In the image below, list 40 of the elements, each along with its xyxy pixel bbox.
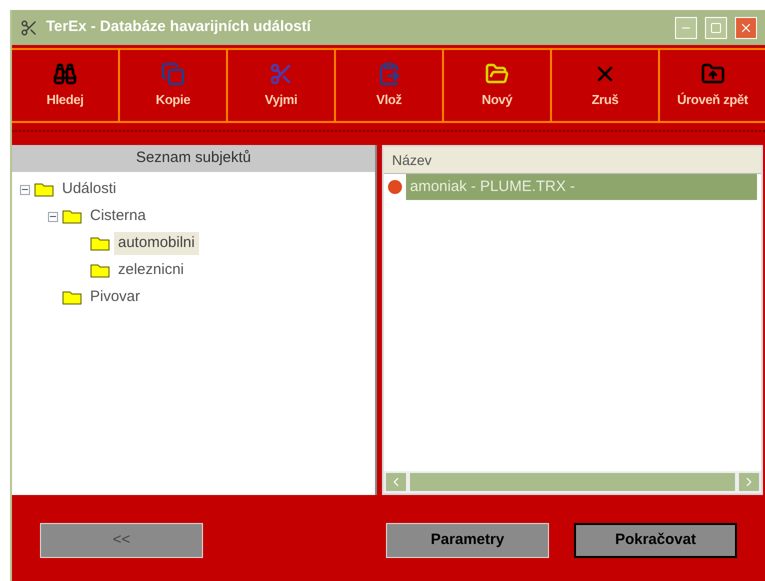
toolbar-button[interactable]: Zruš [552, 50, 660, 121]
column-header[interactable]: Název [384, 147, 761, 174]
scissors-icon [269, 62, 293, 86]
dialog-button[interactable]: Parametry [386, 523, 549, 558]
app-icon [20, 18, 38, 36]
maximize-icon [710, 22, 722, 34]
close-button[interactable] [735, 16, 757, 38]
scroll-right-icon[interactable] [739, 473, 759, 491]
folder-icon [90, 263, 110, 278]
folder-icon [90, 236, 110, 251]
tree-item[interactable]: Cisterna [86, 205, 150, 228]
window-title: TerEx - Databáze havarijních událostí [46, 17, 312, 38]
folder-up-icon [700, 62, 724, 86]
panel-header: Seznam subjektů [12, 145, 375, 172]
toolbar-button[interactable]: Vlož [336, 50, 444, 121]
clipboard-icon [377, 62, 401, 86]
tree-item[interactable]: Události [58, 178, 120, 201]
tree-toggle[interactable] [20, 184, 30, 194]
binoculars-icon [53, 62, 77, 86]
folder-icon [34, 182, 54, 197]
tree-item[interactable]: Pivovar [86, 286, 144, 309]
toolbar-button[interactable]: Hledej [12, 50, 120, 121]
tree-item[interactable]: zeleznicni [114, 259, 188, 282]
list-row[interactable]: amoniak - PLUME.TRX - [406, 174, 757, 200]
minimize-button[interactable] [675, 16, 697, 38]
horizontal-scrollbar[interactable] [384, 471, 761, 493]
tree-toggle[interactable] [48, 212, 58, 222]
folder-icon [62, 209, 82, 224]
folder-icon [62, 290, 82, 305]
scroll-left-icon[interactable] [386, 473, 406, 491]
maximize-button[interactable] [705, 16, 727, 38]
toolbar-button[interactable]: Nový [444, 50, 552, 121]
copy-icon [161, 62, 185, 86]
toolbar-button[interactable]: Kopie [120, 50, 228, 121]
toolbar-button[interactable]: Úroveň zpět [660, 50, 765, 121]
dialog-button[interactable]: Pokračovat [574, 523, 737, 558]
folder-icon [485, 62, 509, 86]
tree-item[interactable]: automobilni [114, 232, 199, 255]
scroll-thumb[interactable] [410, 473, 735, 491]
toolbar-button[interactable]: Vyjmi [228, 50, 336, 121]
